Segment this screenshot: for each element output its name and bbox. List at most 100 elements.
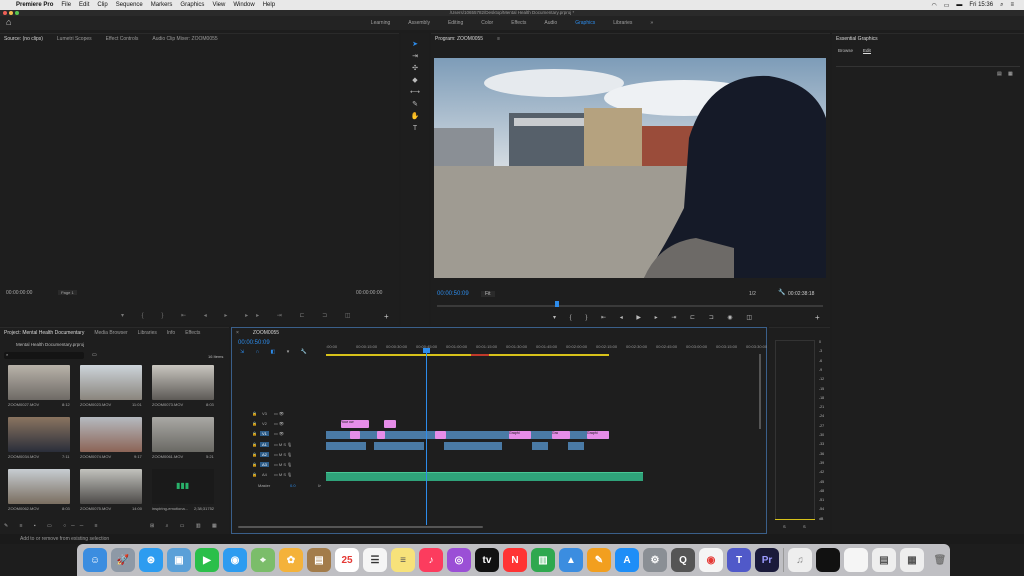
track-header-a4[interactable]: 🔒 A4 ▭ M S 🎙 xyxy=(232,472,324,481)
track-header-v2[interactable]: 🔒 V2 ▭ 👁 xyxy=(232,421,324,430)
menu-markers[interactable]: Markers xyxy=(151,2,173,8)
safari-icon[interactable]: ⊛ xyxy=(139,548,163,572)
graphic-clip[interactable] xyxy=(435,431,446,439)
workspace-libraries[interactable]: Libraries xyxy=(604,20,641,26)
clip-thumbnail[interactable] xyxy=(80,469,142,504)
battery-icon[interactable]: ▬ xyxy=(956,2,962,8)
selection-tool-icon[interactable]: ➤ xyxy=(410,40,420,50)
menu-file[interactable]: File xyxy=(61,2,71,8)
home-icon[interactable]: ⌂ xyxy=(6,18,14,27)
zoom-window-button[interactable] xyxy=(15,11,19,15)
chrome-icon[interactable]: ◉ xyxy=(699,548,723,572)
display-icon[interactable]: ▭ xyxy=(944,2,950,9)
apple-tv-icon[interactable]: tv xyxy=(475,548,499,572)
search-icon[interactable]: ⌕ xyxy=(1000,2,1003,9)
launchpad-icon[interactable]: 🚀 xyxy=(111,548,135,572)
audio-clip-thumbnail[interactable]: ▮▮▮ xyxy=(152,469,214,504)
program-scrubber[interactable] xyxy=(437,305,823,307)
track-header-v3[interactable]: 🔒 V3 ▭ 👁 xyxy=(232,411,324,420)
numbers-icon[interactable]: ▥ xyxy=(531,548,555,572)
track-header-a2[interactable]: 🔒 A2 ▭ M S 🎙 xyxy=(232,452,324,461)
premiere-pro-icon[interactable]: Pr xyxy=(755,548,779,572)
messages-icon[interactable]: ◉ xyxy=(223,548,247,572)
graphic-clip[interactable]: Graphi xyxy=(587,431,609,439)
menu-window[interactable]: Window xyxy=(233,2,254,8)
graphic-clip[interactable]: Gra xyxy=(552,431,570,439)
calendar-icon[interactable]: 25 xyxy=(335,548,359,572)
track-header-a1[interactable]: 🔒 A1 ▭ M S 🎙 xyxy=(232,442,324,451)
quicktime-icon[interactable]: Q xyxy=(671,548,695,572)
minimize-window-button[interactable] xyxy=(9,11,13,15)
tab-effects[interactable]: Effects xyxy=(185,330,200,336)
tab-media-browser[interactable]: Media Browser xyxy=(94,330,127,336)
ripple-edit-tool-icon[interactable]: ✣ xyxy=(410,64,420,74)
clip-thumbnail[interactable] xyxy=(8,365,70,400)
music-icon[interactable]: ♪ xyxy=(419,548,443,572)
source-fit-select[interactable]: Page 1 xyxy=(58,290,77,295)
work-area-bar[interactable] xyxy=(326,354,609,356)
hand-tool-icon[interactable]: ✋ xyxy=(410,112,420,122)
razor-tool-icon[interactable]: ◆ xyxy=(410,76,420,86)
essential-graphics-title[interactable]: Essential Graphics xyxy=(836,36,878,42)
menu-sequence[interactable]: Sequence xyxy=(116,2,143,8)
notes-icon[interactable]: ≡ xyxy=(391,548,415,572)
tab-libraries[interactable]: Libraries xyxy=(138,330,157,336)
audio-track-a1-clips[interactable] xyxy=(532,442,548,450)
workspace-audio[interactable]: Audio xyxy=(535,20,566,26)
facetime-icon[interactable]: ▶ xyxy=(195,548,219,572)
graphic-clip[interactable]: Your ow xyxy=(341,420,369,428)
preview-icon[interactable]: ▣ xyxy=(167,548,191,572)
workspace-effects[interactable]: Effects xyxy=(502,20,535,26)
panel-menu-icon[interactable]: ≡ xyxy=(497,36,500,42)
new-layer-icon[interactable]: ▤ xyxy=(997,71,1002,77)
workspace-learning[interactable]: Learning xyxy=(362,20,399,26)
program-add-button-icon[interactable]: + xyxy=(815,313,820,322)
program-title[interactable]: Program: ZOOM0055 xyxy=(435,36,483,42)
clip-thumbnail[interactable] xyxy=(80,417,142,452)
tab-source[interactable]: Source: (no clips) xyxy=(4,36,43,42)
screenshot-icon[interactable] xyxy=(816,548,840,572)
folder-stack-icon[interactable]: ▦ xyxy=(900,548,924,572)
workspace-editing[interactable]: Editing xyxy=(439,20,472,26)
time-ruler[interactable]: :00:00 00:00:15:00 00:00:30:00 00:00:45:00 0… xyxy=(326,338,767,356)
add-button-icon[interactable]: + xyxy=(384,312,389,321)
program-quality-select[interactable]: 1/2 xyxy=(749,291,756,297)
tab-audio-clip-mixer[interactable]: Audio Clip Mixer: ZOOM0055 xyxy=(152,36,217,42)
workspace-color[interactable]: Color xyxy=(472,20,502,26)
downloads-icon[interactable]: ▤ xyxy=(872,548,896,572)
track-select-tool-icon[interactable]: ⇥ xyxy=(410,52,420,62)
program-playhead[interactable] xyxy=(555,301,559,307)
trash-icon[interactable]: 🗑 xyxy=(928,548,952,572)
tab-edit[interactable]: Edit xyxy=(863,48,871,54)
tab-effect-controls[interactable]: Effect Controls xyxy=(106,36,139,42)
contacts-icon[interactable]: ▤ xyxy=(307,548,331,572)
settings-wrench-icon[interactable]: 🔧 xyxy=(778,289,785,296)
workspace-graphics[interactable]: Graphics xyxy=(566,20,604,26)
music-audio-clip[interactable] xyxy=(326,472,643,481)
clock[interactable]: Fri 15:36 xyxy=(969,2,993,8)
tab-lumetri-scopes[interactable]: Lumetri Scopes xyxy=(57,36,92,42)
clip-thumbnail[interactable] xyxy=(8,469,70,504)
keynote-icon[interactable]: ▲ xyxy=(559,548,583,572)
podcasts-icon[interactable]: ◎ xyxy=(447,548,471,572)
menu-graphics[interactable]: Graphics xyxy=(180,2,204,8)
graphic-clip[interactable] xyxy=(350,431,360,439)
system-preferences-icon[interactable]: ⚙ xyxy=(643,548,667,572)
photos-icon[interactable]: ✿ xyxy=(279,548,303,572)
audio-track-a1-clips[interactable] xyxy=(444,442,502,450)
finder-icon[interactable]: ☺ xyxy=(83,548,107,572)
news-icon[interactable]: N xyxy=(503,548,527,572)
source-timecode[interactable]: 00:00:00:00 xyxy=(6,290,32,296)
master-track-header[interactable]: Master 0.0 ⊳ xyxy=(232,483,324,492)
control-center-icon[interactable]: ≡ xyxy=(1010,2,1014,8)
tab-project[interactable]: Project: Mental Health Documentary xyxy=(4,330,84,336)
pen-tool-icon[interactable]: ✎ xyxy=(410,100,420,110)
close-sequence-icon[interactable]: × xyxy=(236,330,239,336)
audio-track-a1-clips[interactable] xyxy=(568,442,584,450)
clip-thumbnail[interactable] xyxy=(8,417,70,452)
project-search-input[interactable]: ⌕ xyxy=(4,352,84,359)
graphic-clip[interactable] xyxy=(384,420,396,428)
new-bin-icon[interactable]: ▭ xyxy=(92,352,97,358)
meter-solo-right[interactable]: S xyxy=(803,524,806,529)
track-header-a3[interactable]: 🔒 A3 ▭ M S 🎙 xyxy=(232,462,324,471)
